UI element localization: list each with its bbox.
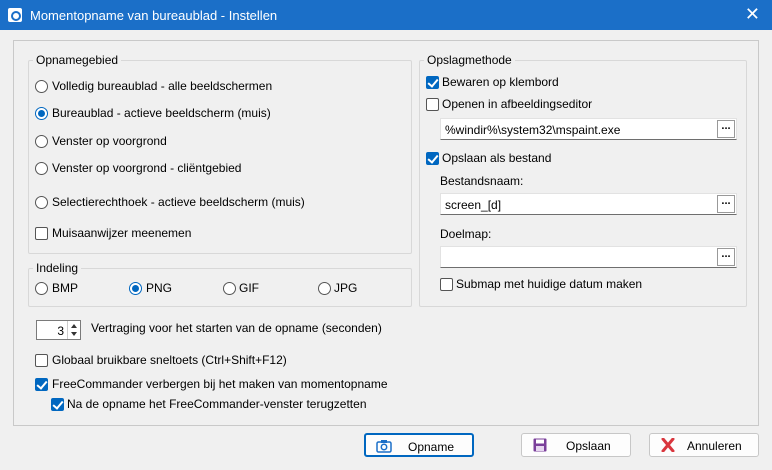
delay-value: 3: [57, 324, 64, 338]
spin-down-icon[interactable]: [71, 332, 77, 336]
checkbox-open-editor-label[interactable]: Openen in afbeeldingseditor: [442, 97, 592, 111]
radio-format-jpg[interactable]: [318, 282, 331, 295]
radio-selection-rect-label[interactable]: Selectierechthoek - actieve beeldscherm …: [52, 195, 305, 209]
radio-foreground-window[interactable]: [35, 135, 48, 148]
radio-full-desktop[interactable]: [35, 80, 48, 93]
checkbox-hide-freecommander[interactable]: [35, 378, 48, 391]
radio-foreground-client[interactable]: [35, 162, 48, 175]
delay-spinner[interactable]: 3: [36, 320, 81, 340]
radio-selection-rect[interactable]: [35, 196, 48, 209]
radio-format-png-label[interactable]: PNG: [146, 281, 172, 295]
capture-button-label: Opname: [408, 440, 455, 454]
target-folder-input[interactable]: [440, 246, 737, 268]
filename-input[interactable]: screen_[d]: [440, 193, 737, 215]
radio-active-screen-label[interactable]: Bureaublad - actieve beeldscherm (muis): [52, 106, 271, 120]
close-icon[interactable]: ✕: [745, 5, 760, 23]
checkbox-include-cursor-label[interactable]: Muisaanwijzer meenemen: [52, 226, 191, 240]
cancel-button-label: Annuleren: [687, 439, 742, 453]
floppy-disk-icon: [533, 438, 547, 452]
checkbox-subfolder-date-label[interactable]: Submap met huidige datum maken: [456, 277, 642, 291]
editor-path-value: %windir%\system32\mspaint.exe: [445, 123, 621, 137]
camera-app-icon: [8, 8, 22, 22]
window-title: Momentopname van bureaublad - Instellen: [30, 8, 278, 23]
checkbox-subfolder-date[interactable]: [440, 278, 453, 291]
camera-icon: [376, 440, 392, 453]
radio-format-gif-label[interactable]: GIF: [239, 281, 259, 295]
radio-format-png[interactable]: [129, 282, 142, 295]
format-legend: Indeling: [36, 261, 79, 275]
checkbox-restore-window[interactable]: [51, 398, 64, 411]
radio-active-screen[interactable]: [35, 107, 48, 120]
checkbox-save-file-label[interactable]: Opslaan als bestand: [442, 151, 551, 165]
checkbox-save-file[interactable]: [426, 152, 439, 165]
checkbox-hide-freecommander-label[interactable]: FreeCommander verbergen bij het maken va…: [52, 377, 388, 391]
browse-filename-button[interactable]: ...: [717, 195, 735, 213]
filename-label: Bestandsnaam:: [440, 174, 524, 188]
browse-editor-button[interactable]: ...: [717, 120, 735, 138]
browse-target-button[interactable]: ...: [717, 248, 735, 266]
radio-format-bmp[interactable]: [35, 282, 48, 295]
spin-up-icon[interactable]: [71, 324, 77, 328]
delay-label: Vertraging voor het starten van de opnam…: [91, 321, 382, 335]
cancel-x-icon: [661, 438, 675, 452]
capture-area-legend: Opnamegebied: [36, 53, 119, 67]
save-button-label: Opslaan: [566, 439, 611, 453]
editor-path-input[interactable]: %windir%\system32\mspaint.exe: [440, 118, 737, 140]
save-button[interactable]: Opslaan: [521, 433, 631, 457]
checkbox-clipboard-label[interactable]: Bewaren op klembord: [442, 75, 559, 89]
filename-value: screen_[d]: [445, 198, 502, 212]
radio-format-jpg-label[interactable]: JPG: [334, 281, 357, 295]
title-bar: Momentopname van bureaublad - Instellen …: [0, 0, 772, 30]
radio-format-gif[interactable]: [223, 282, 236, 295]
checkbox-hotkey-label[interactable]: Globaal bruikbare sneltoets (Ctrl+Shift+…: [52, 353, 287, 367]
radio-foreground-window-label[interactable]: Venster op voorgrond: [52, 134, 167, 148]
cancel-button[interactable]: Annuleren: [649, 433, 759, 457]
checkbox-hotkey[interactable]: [35, 354, 48, 367]
spinner-arrows[interactable]: [67, 321, 80, 339]
radio-format-bmp-label[interactable]: BMP: [52, 281, 78, 295]
radio-foreground-client-label[interactable]: Venster op voorgrond - cliëntgebied: [52, 161, 241, 175]
checkbox-clipboard[interactable]: [426, 76, 439, 89]
capture-button[interactable]: Opname: [364, 433, 474, 457]
target-folder-label: Doelmap:: [440, 227, 492, 241]
checkbox-restore-window-label[interactable]: Na de opname het FreeCommander-venster t…: [67, 397, 367, 411]
checkbox-open-editor[interactable]: [426, 98, 439, 111]
checkbox-include-cursor[interactable]: [35, 227, 48, 240]
storage-legend: Opslagmethode: [427, 53, 512, 67]
radio-full-desktop-label[interactable]: Volledig bureaublad - alle beeldschermen: [52, 79, 272, 93]
